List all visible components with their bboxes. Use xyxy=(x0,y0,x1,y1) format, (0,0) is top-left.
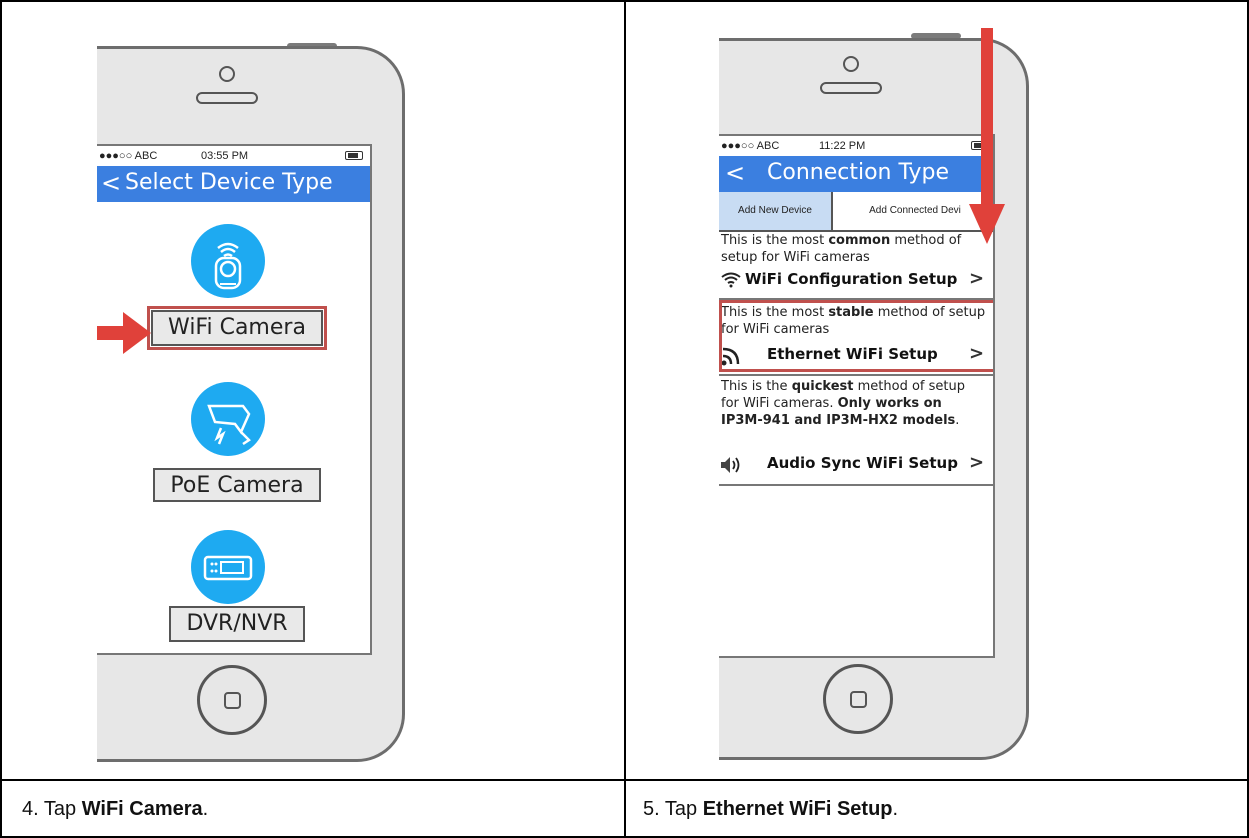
poe-camera-icon[interactable] xyxy=(191,382,265,456)
camera-icon xyxy=(843,56,859,72)
caption-text: . xyxy=(892,798,899,820)
chevron-right-icon: > xyxy=(969,268,985,289)
caption-text: . xyxy=(202,798,209,820)
home-button xyxy=(823,664,893,734)
screen-title: Select Device Type xyxy=(125,170,333,195)
pointer-arrow xyxy=(969,28,1005,244)
audio-sync-wifi-setup-option[interactable]: Audio Sync WiFi Setup > xyxy=(719,452,993,478)
option-label: WiFi Configuration Setup xyxy=(745,270,958,288)
step-5-caption: 5. Tap Ethernet WiFi Setup. xyxy=(643,797,898,821)
instruction-table: ●●●○○ ABC 03:55 PM < Select Device Type xyxy=(0,0,1249,838)
dvr-nvr-button[interactable]: DVR/NVR xyxy=(169,606,305,642)
step-4-caption: 4. Tap WiFi Camera. xyxy=(22,797,208,821)
poe-camera-button[interactable]: PoE Camera xyxy=(153,468,321,502)
back-button[interactable]: < xyxy=(725,159,745,187)
divider xyxy=(719,484,993,486)
camera-icon xyxy=(219,66,235,82)
left-screen: ●●●○○ ABC 03:55 PM < Select Device Type xyxy=(97,144,372,655)
right-phone-image: ●●●○○ ABC 11:22 PM < Connection Type Add… xyxy=(719,20,1049,768)
chevron-right-icon: > xyxy=(969,452,985,473)
divider xyxy=(719,374,993,376)
option-description: This is the most common method of setup … xyxy=(721,232,991,266)
back-button[interactable]: < xyxy=(101,169,121,197)
wifi-configuration-setup-option[interactable]: WiFi Configuration Setup > xyxy=(719,268,993,294)
left-phone-image: ●●●○○ ABC 03:55 PM < Select Device Type xyxy=(97,40,437,768)
speaker-slot xyxy=(820,82,882,94)
tab-add-new-device[interactable]: Add New Device xyxy=(719,192,833,230)
wifi-camera-icon[interactable] xyxy=(191,224,265,298)
highlight-box xyxy=(719,300,993,372)
speaker-icon xyxy=(721,457,740,473)
desc-text: This is the most xyxy=(721,233,829,248)
desc-bold: common xyxy=(828,233,891,248)
status-time: 03:55 PM xyxy=(201,150,249,162)
desc-text: This is the xyxy=(721,379,792,394)
option-description: This is the quickest method of setup for… xyxy=(721,378,971,429)
right-screen: ●●●○○ ABC 11:22 PM < Connection Type Add… xyxy=(719,134,995,658)
dvr-icon[interactable] xyxy=(191,530,265,604)
table-border-left xyxy=(0,0,2,838)
desc-bold: quickest xyxy=(791,379,854,394)
highlight-box xyxy=(147,306,327,350)
status-time: 11:22 PM xyxy=(819,140,866,152)
caption-text: 5. Tap xyxy=(643,798,703,820)
speaker-slot xyxy=(196,92,258,104)
pointer-arrow xyxy=(97,312,151,354)
table-border-center xyxy=(624,0,626,838)
caption-bold: WiFi Camera xyxy=(81,798,203,820)
caption-text: 4. Tap xyxy=(22,798,82,820)
caption-bold: Ethernet WiFi Setup xyxy=(702,798,893,820)
screen-title: Connection Type xyxy=(767,160,950,185)
desc-text: . xyxy=(955,413,960,428)
option-label: Audio Sync WiFi Setup xyxy=(767,454,958,472)
title-bar: < Select Device Type xyxy=(97,166,370,202)
tab-bar: Add New Device Add Connected Devi xyxy=(719,192,993,232)
wifi-icon xyxy=(721,272,741,288)
battery-icon xyxy=(345,151,363,160)
home-button xyxy=(197,665,267,735)
home-button-square xyxy=(224,692,241,709)
carrier-text: ●●●○○ ABC xyxy=(721,140,780,152)
title-bar: < Connection Type xyxy=(719,156,993,192)
home-button-square xyxy=(850,691,867,708)
status-bar: ●●●○○ ABC 03:55 PM xyxy=(97,146,370,166)
status-bar: ●●●○○ ABC 11:22 PM xyxy=(719,136,993,156)
carrier-text: ●●●○○ ABC xyxy=(99,150,158,162)
